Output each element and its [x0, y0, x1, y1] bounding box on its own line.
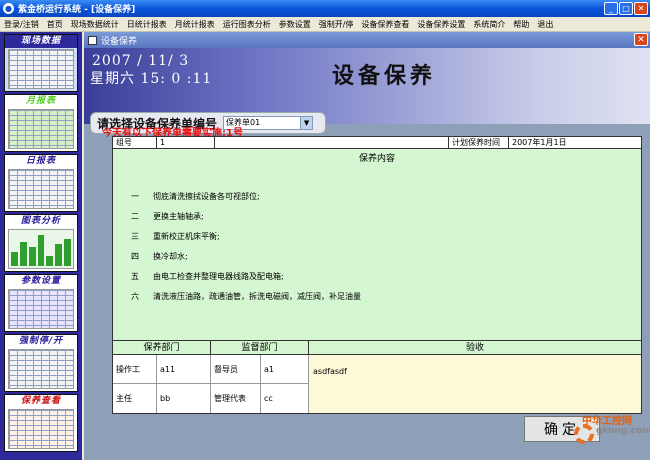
signoff-table: 保养部门 监督部门 验收 操作工 a11 督导员 a1 主任 bb 管理代表 c…: [112, 340, 642, 414]
sidebar-item-label: 日报表: [25, 156, 56, 166]
maintenance-window: 设备保养 ✕ 2007 / 11/ 3 星期六 15: 0 :11 设备保养 请…: [84, 32, 650, 460]
date-text: 2007 / 11/ 3: [92, 53, 190, 69]
menu-login[interactable]: 登录/注销: [0, 19, 43, 30]
sidebar-item-force[interactable]: 强制停/开: [4, 334, 78, 392]
sidebar-item-maintenance[interactable]: 保养查看: [4, 394, 78, 452]
child-close-button[interactable]: ✕: [634, 33, 648, 46]
operator-label: 操作工: [113, 355, 157, 384]
child-title: 设备保养: [101, 36, 138, 47]
thumbnail-image: [8, 229, 74, 269]
sidebar-item-daily[interactable]: 日报表: [4, 154, 78, 212]
manager-label: 管理代表: [211, 384, 261, 413]
menu-chart-analysis[interactable]: 运行图表分析: [219, 19, 275, 30]
thumbnail-image: [8, 109, 74, 149]
menu-about[interactable]: 系统简介: [469, 19, 509, 30]
document-icon: [88, 35, 97, 45]
menu-bar: 登录/注销 首页 现场数据统计 日统计报表 月统计报表 运行图表分析 参数设置 …: [0, 17, 650, 32]
window-title: 紫金桥运行系统 - [设备保养]: [18, 5, 136, 15]
minimize-button[interactable]: _: [604, 2, 618, 15]
menu-daily-report[interactable]: 日统计报表: [123, 19, 171, 30]
menu-monthly-report[interactable]: 月统计报表: [171, 19, 219, 30]
maintenance-items: 一彻底清洗擦拭设备各可视部位; 二更换主轴轴承; 三重新校正机床平衡; 四换冷却…: [131, 189, 361, 309]
app-title-bar: ● 紫金桥运行系统 - [设备保养] _ □ ✕: [0, 0, 650, 17]
menu-home[interactable]: 首页: [43, 19, 67, 30]
page-title: 设备保养: [331, 63, 436, 89]
list-item: 六清洗液压油路，疏通油管，拆洗电磁阀，减压阀，补足油量: [131, 292, 361, 301]
director-value[interactable]: bb: [157, 384, 211, 413]
supervisor-label: 督导员: [211, 355, 261, 384]
chevron-down-icon[interactable]: ▼: [300, 117, 313, 129]
header-banner: 2007 / 11/ 3 星期六 15: 0 :11 设备保养 请选择设备保养单…: [84, 48, 650, 134]
menu-field-stats[interactable]: 现场数据统计: [67, 19, 123, 30]
dept-header: 保养部门: [113, 341, 211, 355]
thumbnail-image: [8, 349, 74, 389]
sidebar-item-label: 月报表: [25, 96, 56, 106]
sidebar: 现场数据 月报表 日报表 图表分析 参数设置 强制停/开 保养查看: [0, 32, 82, 460]
plan-time-value: 2007年1月1日: [512, 138, 567, 147]
menu-help[interactable]: 帮助: [509, 19, 533, 30]
thumbnail-image: [8, 409, 74, 449]
sidebar-item-label: 保养查看: [20, 396, 61, 406]
sidebar-item-field-data[interactable]: 现场数据: [4, 34, 78, 92]
datetime-display: 2007 / 11/ 3 星期六 15: 0 :11: [86, 52, 218, 92]
list-item: 三重新校正机床平衡;: [131, 232, 220, 241]
sidebar-item-label: 现场数据: [5, 35, 77, 48]
menu-force-start-stop[interactable]: 强制开/停: [315, 19, 358, 30]
group-label: 组号: [113, 137, 157, 148]
sidebar-item-params[interactable]: 参数设置: [4, 274, 78, 332]
child-title-bar: 设备保养 ✕: [84, 32, 650, 48]
operator-value[interactable]: a11: [157, 355, 211, 384]
sidebar-item-monthly[interactable]: 月报表: [4, 94, 78, 152]
acceptance-field[interactable]: asdfasdf: [309, 355, 641, 413]
super-header: 监督部门: [211, 341, 309, 355]
list-item: 五由电工检查并整理电器线路及配电箱;: [131, 272, 284, 281]
content-header: 保养内容: [358, 154, 395, 164]
watermark-logo: 中华工控网 gkong.com: [574, 410, 650, 450]
menu-parameters[interactable]: 参数设置: [275, 19, 315, 30]
sidebar-item-charts[interactable]: 图表分析: [4, 214, 78, 272]
manager-value[interactable]: cc: [261, 384, 309, 413]
director-label: 主任: [113, 384, 157, 413]
plan-time-label: 计划保养时间: [449, 137, 509, 148]
blank-cell: [215, 137, 449, 148]
accept-header: 验收: [309, 341, 641, 355]
thumbnail-image: [8, 169, 74, 209]
sidebar-item-label: 强制停/开: [18, 336, 64, 346]
list-item: 一彻底清洗擦拭设备各可视部位;: [131, 192, 260, 201]
thumbnail-image: [8, 289, 74, 329]
plan-header-row: 组号 1 计划保养时间 2007年1月1日: [113, 137, 641, 149]
list-item: 四换冷却水;: [131, 252, 188, 261]
time-text: 星期六 15: 0 :11: [90, 71, 213, 87]
menu-maintenance-setup[interactable]: 设备保养设置: [413, 19, 469, 30]
thumbnail-image: [8, 49, 74, 89]
supervisor-value[interactable]: a1: [261, 355, 309, 384]
gear-icon: [574, 424, 594, 444]
menu-exit[interactable]: 退出: [533, 19, 557, 30]
app-icon: ●: [3, 3, 14, 14]
menu-maintenance-view[interactable]: 设备保养查看: [357, 19, 413, 30]
close-button[interactable]: ✕: [634, 2, 648, 15]
maximize-button[interactable]: □: [619, 2, 633, 15]
sidebar-item-label: 图表分析: [20, 216, 61, 226]
group-value: 1: [157, 137, 215, 148]
list-item: 二更换主轴轴承;: [131, 212, 204, 221]
sidebar-item-label: 参数设置: [20, 276, 61, 286]
